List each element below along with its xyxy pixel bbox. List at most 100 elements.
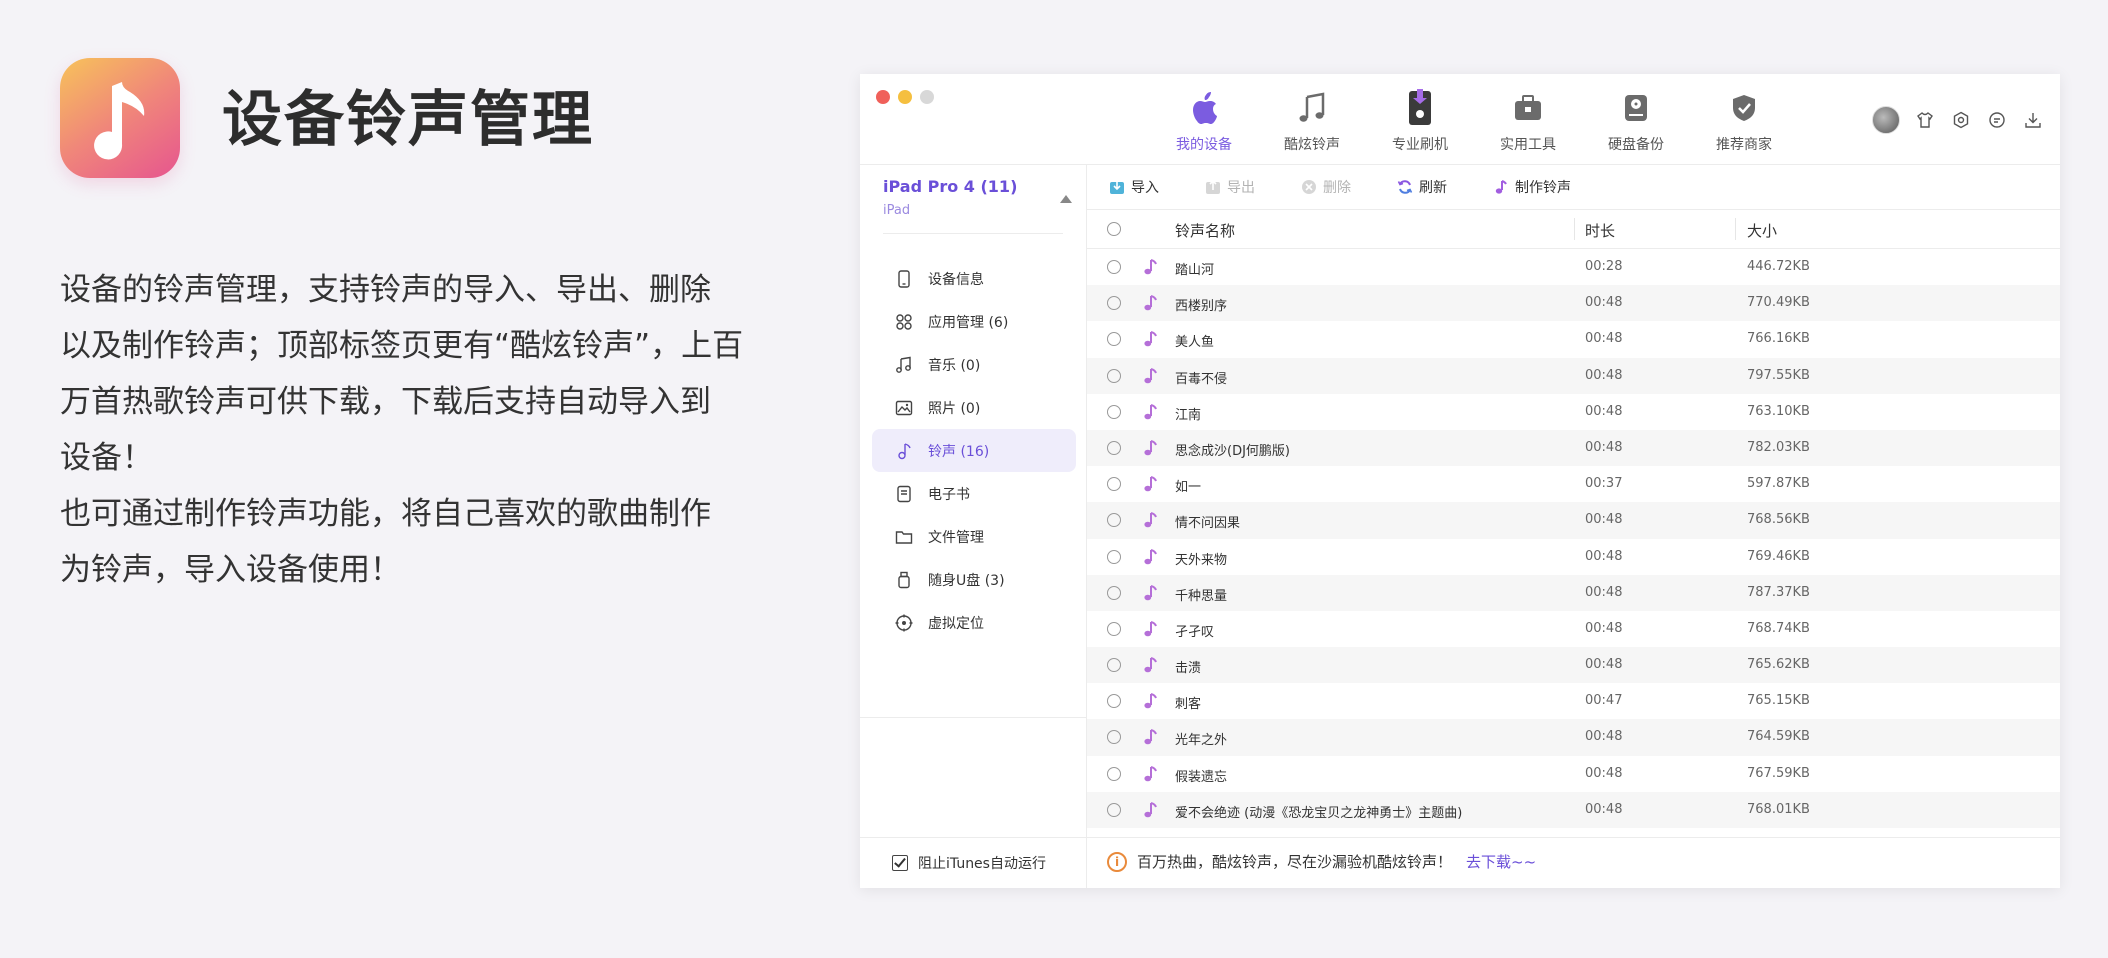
ringtone-name: 百毒不侵	[1175, 371, 1228, 387]
ringtone-note-icon	[1144, 548, 1157, 564]
ringtone-duration: 00:48	[1585, 512, 1623, 528]
table-row[interactable]: 千种思量 00:48 787.37KB	[1087, 574, 2060, 611]
row-select-radio[interactable]	[1107, 440, 1121, 455]
sidebar-item-device-info[interactable]: 设备信息	[872, 257, 1076, 300]
nav-my-device[interactable]: 我的设备	[1150, 88, 1258, 154]
table-row[interactable]: 假装遗忘 00:48 767.59KB	[1087, 756, 2060, 792]
table-row[interactable]: 如一 00:37 597.87KB	[1087, 466, 2060, 502]
table-row[interactable]: 情不问因果 00:48 768.56KB	[1087, 502, 2060, 539]
row-select-radio[interactable]	[1107, 585, 1121, 600]
close-window-button[interactable]	[876, 90, 890, 104]
row-select-radio[interactable]	[1107, 730, 1121, 745]
ringtone-size: 768.74KB	[1747, 620, 1810, 636]
refresh-button[interactable]: 刷新	[1397, 177, 1447, 197]
nav-pro-flash[interactable]: 专业刷机	[1366, 88, 1474, 154]
block-itunes-checkbox[interactable]: 阻止iTunes自动运行	[892, 853, 1046, 873]
ringtone-name: 美人鱼	[1175, 335, 1215, 351]
avatar[interactable]	[1872, 106, 1900, 134]
row-select-radio[interactable]	[1107, 260, 1121, 274]
column-header-duration[interactable]: 时长	[1585, 220, 1615, 241]
make-ringtone-button[interactable]: 制作铃声	[1493, 177, 1571, 197]
row-select-radio[interactable]	[1107, 766, 1121, 781]
nav-label: 推荐商家	[1716, 137, 1772, 153]
nav-recommended-merchants[interactable]: 推荐商家	[1690, 88, 1798, 154]
column-separator[interactable]	[1574, 218, 1575, 240]
sidebar-item-usb-drive[interactable]: 随身U盘 (3)	[872, 558, 1076, 601]
table-row[interactable]: 击溃 00:48 765.62KB	[1087, 647, 2060, 684]
column-header-size[interactable]: 大小	[1747, 220, 1777, 241]
checkbox-checked-icon[interactable]	[892, 855, 908, 871]
ringtone-duration: 00:48	[1585, 620, 1623, 636]
row-select-radio[interactable]	[1107, 549, 1121, 564]
export-button[interactable]: 导出	[1205, 177, 1255, 197]
row-select-radio[interactable]	[1107, 296, 1121, 311]
nav-utilities[interactable]: 实用工具	[1474, 88, 1582, 154]
table-row[interactable]: 思念成沙(DJ何鹏版) 00:48 782.03KB	[1087, 429, 2060, 467]
row-select-radio[interactable]	[1107, 802, 1121, 817]
ringtone-name: 光年之外	[1175, 733, 1228, 749]
row-select-radio[interactable]	[1107, 621, 1121, 636]
table-row[interactable]: 光年之外 00:48 764.59KB	[1087, 719, 2060, 756]
toolbox-icon	[1508, 88, 1548, 128]
skin-shirt-icon[interactable]	[1914, 109, 1936, 131]
sidebar-item-label: 铃声 (16)	[928, 443, 990, 460]
sidebar-item-photos[interactable]: 照片 (0)	[872, 386, 1076, 429]
row-select-radio[interactable]	[1107, 477, 1121, 492]
delete-button[interactable]: 删除	[1301, 177, 1351, 197]
download-icon[interactable]	[2022, 109, 2044, 131]
sidebar-item-label: 应用管理 (6)	[928, 314, 1009, 331]
apple-icon	[1184, 88, 1224, 128]
minimize-window-button[interactable]	[898, 90, 912, 104]
ringtone-size: 597.87KB	[1747, 476, 1810, 492]
sidebar-item-ringtones[interactable]: 铃声 (16)	[872, 429, 1076, 472]
message-icon[interactable]	[1986, 109, 2008, 131]
sidebar-item-virtual-location[interactable]: 虚拟定位	[872, 601, 1076, 644]
row-select-radio[interactable]	[1107, 658, 1121, 673]
ringtone-size: 797.55KB	[1747, 367, 1810, 383]
select-all-radio[interactable]	[1107, 222, 1121, 236]
row-select-radio[interactable]	[1107, 694, 1121, 709]
table-row[interactable]: 百毒不侵 00:48 797.55KB	[1087, 357, 2060, 394]
table-row[interactable]: 西楼别序 00:48 770.49KB	[1087, 285, 2060, 322]
title-bar: 我的设备 酷炫铃声 专业刷机 实用工具 硬盘备份 推荐商家	[860, 74, 2060, 165]
ringtone-duration: 00:48	[1585, 439, 1623, 455]
sidebar-item-ebooks[interactable]: 电子书	[872, 472, 1076, 515]
table-row[interactable]: 刺客 00:47 765.15KB	[1087, 683, 2060, 719]
row-select-radio[interactable]	[1107, 332, 1121, 347]
sidebar-item-label: 设备信息	[928, 271, 984, 288]
table-row[interactable]: 爱不会绝迹 (动漫《恐龙宝贝之龙神勇士》主题曲) 00:48 768.01KB	[1087, 791, 2060, 828]
column-header-name[interactable]: 铃声名称	[1175, 220, 1235, 241]
ringtone-icon	[894, 441, 914, 461]
divider	[1087, 837, 2060, 838]
ringtone-name: 刺客	[1175, 697, 1202, 713]
table-row[interactable]: 美人鱼 00:48 766.16KB	[1087, 321, 2060, 357]
main-panel: 导入 导出 删除 刷新 制作铃声 铃声名称 时长 大小 踏山河 00:28 44…	[1087, 165, 2060, 888]
nav-cool-ringtones[interactable]: 酷炫铃声	[1258, 88, 1366, 154]
ringtone-size: 764.59KB	[1747, 729, 1810, 745]
table-row[interactable]: 踏山河 00:28 446.72KB	[1087, 249, 2060, 285]
row-select-radio[interactable]	[1107, 368, 1121, 383]
table-row[interactable]: 江南 00:48 763.10KB	[1087, 394, 2060, 430]
import-button[interactable]: 导入	[1109, 177, 1159, 197]
zoom-window-button[interactable]	[920, 90, 934, 104]
ringtone-name: 击溃	[1175, 661, 1202, 677]
sidebar-item-apps[interactable]: 应用管理 (6)	[872, 300, 1076, 343]
table-row[interactable]: 孑孑叹 00:48 768.74KB	[1087, 611, 2060, 647]
ringtone-name: 如一	[1175, 480, 1202, 496]
ringtone-name: 孑孑叹	[1175, 624, 1215, 640]
go-download-link[interactable]: 去下载~~	[1466, 851, 1536, 872]
device-collapse-caret-icon[interactable]	[1060, 195, 1072, 203]
row-select-radio[interactable]	[1107, 513, 1121, 528]
sidebar-item-files[interactable]: 文件管理	[872, 515, 1076, 558]
sidebar-item-music[interactable]: 音乐 (0)	[872, 343, 1076, 386]
row-select-radio[interactable]	[1107, 404, 1121, 419]
settings-gear-icon[interactable]	[1950, 109, 1972, 131]
table-row[interactable]: 天外来物 00:48 769.46KB	[1087, 539, 2060, 575]
divider	[860, 717, 1086, 718]
ringtone-duration: 00:37	[1585, 476, 1623, 492]
nav-disk-backup[interactable]: 硬盘备份	[1582, 88, 1690, 154]
delete-icon	[1301, 179, 1317, 195]
device-name[interactable]: iPad Pro 4 (11)	[883, 177, 1017, 196]
column-separator[interactable]	[1735, 218, 1736, 240]
promo-desc-line: 设备！	[60, 440, 153, 476]
